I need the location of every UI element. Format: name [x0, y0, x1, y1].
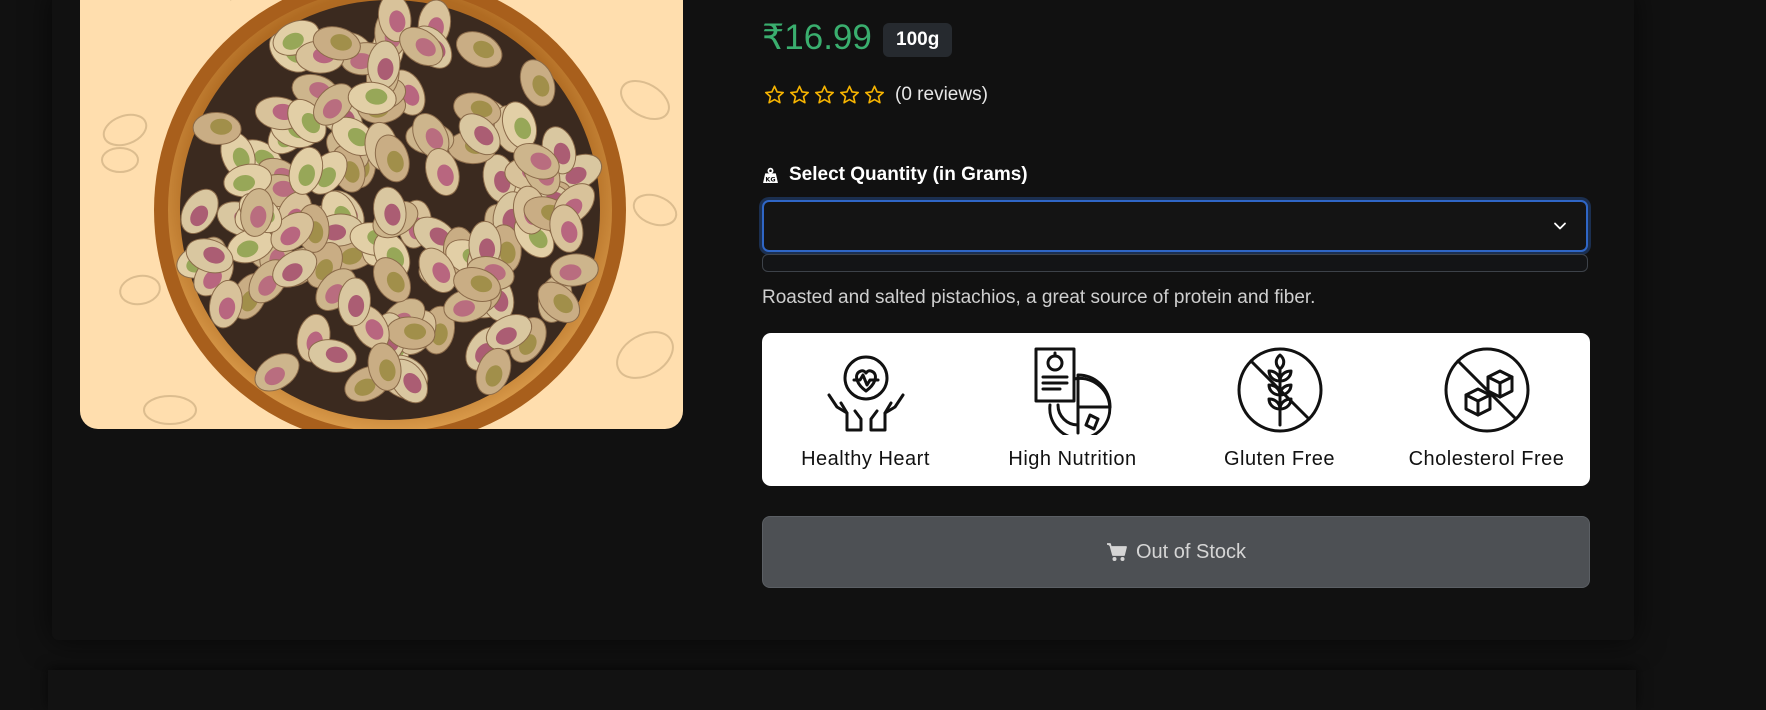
healthy-heart-icon — [827, 355, 904, 432]
star-icon — [814, 85, 835, 104]
next-section — [48, 670, 1636, 710]
out-of-stock-button[interactable]: Out of Stock — [762, 516, 1590, 588]
quantity-label: KG Select Quantity (in Grams) — [762, 164, 1028, 186]
high-nutrition-icon — [1034, 347, 1111, 435]
feature-cholesterol-free: Cholesterol Free — [1383, 333, 1590, 486]
rating-stars — [762, 84, 887, 106]
svg-text:KG: KG — [765, 175, 775, 183]
star-icon — [864, 85, 885, 104]
product-price: ₹16.99 — [762, 18, 872, 57]
feature-label: Cholesterol Free — [1408, 448, 1565, 470]
feature-label: Healthy Heart — [801, 448, 930, 470]
chevron-down-icon — [1554, 222, 1566, 230]
product-description: Roasted and salted pistachios, a great s… — [762, 287, 1316, 308]
weight-badge: 100g — [883, 23, 953, 57]
quantity-dropdown-list[interactable] — [762, 254, 1588, 272]
gluten-free-icon — [1237, 347, 1322, 433]
star-icon — [839, 85, 860, 104]
feature-gluten-free: Gluten Free — [1176, 333, 1383, 486]
feature-high-nutrition: High Nutrition — [969, 333, 1176, 486]
quantity-select[interactable] — [762, 200, 1588, 252]
star-icon — [789, 85, 810, 104]
feature-label: Gluten Free — [1223, 448, 1336, 470]
star-icon — [764, 85, 785, 104]
feature-panel: Healthy Heart High Nutrition Gluten Free… — [762, 333, 1590, 486]
feature-label: High Nutrition — [1008, 448, 1137, 470]
cholesterol-free-icon — [1444, 347, 1529, 433]
out-of-stock-label: Out of Stock — [1135, 540, 1247, 563]
feature-healthy-heart: Healthy Heart — [762, 333, 969, 486]
product-image — [80, 0, 683, 429]
weight-icon: KG — [763, 167, 778, 183]
rating: (0 reviews) — [762, 84, 988, 106]
review-count: (0 reviews) — [895, 84, 988, 105]
cart-icon — [1106, 543, 1127, 561]
quantity-label-text: Select Quantity (in Grams) — [789, 164, 1028, 185]
